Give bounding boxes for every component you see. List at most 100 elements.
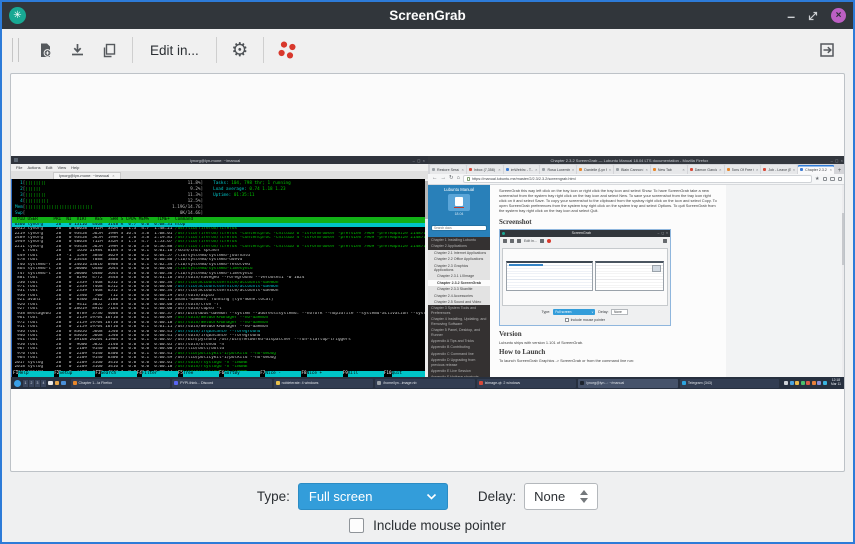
manual-sidebar: Lubuntu Manual 18.04 Chapter 1 Installin… [428,185,490,377]
forward-icon: → [441,176,447,182]
toc-item: Chapter 2.3 Graphics Applications [428,263,490,274]
version-text: Lubuntu ships with version 1.101 of Scre… [499,341,717,346]
htop-summary: Tasks: 104, 798 thr; 1 runningLoad avera… [213,181,291,216]
library-icon [823,177,828,182]
mini-new-icon [503,239,507,243]
edit-in-button[interactable]: Edit in... [140,43,209,58]
tab-close-icon: × [756,167,758,172]
tray-icon [817,381,821,385]
manual-search-input [431,225,487,231]
preview-scroll-area[interactable]: lynorg@lyn-mone: ~/manual – ◻ × FileActi… [10,73,845,472]
tab-favicon [579,168,582,171]
desktop-number: 2 [29,380,34,387]
taskbar-task: lximage-qt: 2 windows [477,379,577,388]
mini-copy-icon [517,239,521,243]
window-title: ScreenGrab [2,8,853,23]
htop-output: 1[||||||||11.8%] 2[||||||9.2%] 3[|||||||… [11,179,428,377]
tray-icon [795,381,799,385]
tab-close-icon: × [112,173,114,178]
terminal-window-buttons: – ◻ × [413,158,425,163]
chevron-down-icon [426,493,437,500]
url-bar: https://manual.lubuntu.me/master/2/2.3/2… [463,175,812,183]
manual-toc: Chapter 1 Installing LubuntuChapter 2 Ap… [428,237,490,377]
tab-favicon [616,168,619,171]
tray-icon [790,381,794,385]
browser-tab: Inbox (7,358) - × [467,165,503,174]
lubuntu-menu-icon [14,380,21,387]
toc-item: Chapter 4 Installing, Updating, and Remo… [428,316,490,327]
mini-save-icon [510,239,514,243]
tab-close-icon: × [830,167,832,172]
browser-tab: Damon Garcia × [688,165,724,174]
browser-tab: Chapter 2.3.2 S... × [798,165,834,174]
maximize-icon [807,10,819,22]
browser-tab: Blain Cannon F... × [614,165,650,174]
tab-close-icon: × [682,167,684,172]
copy-button[interactable] [93,34,125,66]
type-combobox[interactable]: Full screen [298,483,448,510]
red-pinwheel-icon [277,40,297,60]
browser-tab: Tons Of Free Co... × [725,165,761,174]
mini-browser-window [595,261,664,291]
type-label: Type: [257,489,290,504]
padlock-icon [467,177,470,181]
screenshot-heading: Screenshot [499,218,717,226]
launcher-icon [48,381,53,386]
tab-favicon [432,168,435,171]
taskbar-task: lynorg@lyn...: ~/manual [578,379,678,388]
minimize-button[interactable]: – [787,11,795,21]
tab-close-icon: × [646,167,648,172]
browser-tab: Rosa Luxembu... × [540,165,576,174]
taskbar-task: Chapter 1...la Firefox [71,379,171,388]
tab-close-icon: × [572,167,574,172]
settings-button[interactable]: ⚙ [224,34,256,66]
preview-terminal-window: lynorg@lyn-mone: ~/manual – ◻ × FileActi… [11,156,428,377]
sidebar-icon [830,177,835,182]
exit-icon [818,41,836,59]
tray-icon [784,381,788,385]
browser-tab: Job - Leave (En... × [761,165,797,174]
gear-icon: ⚙ [231,41,248,60]
save-button[interactable] [61,34,93,66]
version-heading: Version [499,330,717,338]
tab-close-icon: × [461,167,463,172]
browser-tab: Danielle (Lyn P... × [577,165,613,174]
tab-favicon [469,168,472,171]
terminal-menu-item: File [16,165,22,170]
home-icon: ⌂ [457,176,460,182]
delay-spinbox[interactable]: None [524,483,598,510]
terminal-menu-item: Actions [27,165,40,170]
new-screenshot-button[interactable] [29,34,61,66]
preview-taskbar: 1234 Chapter 1...la Firefox PYPI-think..… [11,377,844,389]
mini-app-icon [502,232,505,235]
task-icon [682,381,686,385]
taskbar-task: Telegram (343) [680,379,780,388]
bookmark-star-icon: ★ [815,176,819,182]
toc-item: Appendix D Upgrading from previous relea… [428,357,490,368]
toolbar-separator [216,37,217,63]
htop-meters: 1[||||||||11.8%] 2[||||||9.2%] 3[|||||||… [15,181,203,216]
titlebar: ✳ ScreenGrab – × [2,2,853,29]
system-tray [784,381,827,385]
upload-service-button[interactable] [271,34,303,66]
close-button[interactable]: × [831,8,846,23]
manual-brand: Lubuntu Manual [431,187,487,192]
toolbar-drag-handle[interactable] [12,38,19,62]
quit-button[interactable] [811,34,843,66]
spin-down-icon[interactable] [580,498,588,503]
toc-item: Chapter 5 Panel, Desktop, and Runner [428,327,490,338]
page-scrollbar [842,185,845,377]
htop-process-table: 6360 lynorg 20 0 13116 4468 3148 R 0.7 0… [12,223,425,377]
include-mouse-pointer-label: Include mouse pointer [373,518,506,533]
desktop-pager: 1234 [23,380,46,387]
taskbar-task: PYPI-think... Discord [172,379,272,388]
mini-red-icon [547,239,551,243]
manual-paragraph: ScreenGrab this way left click on the tr… [499,189,717,214]
maximize-button[interactable] [807,10,819,22]
preview-firefox-window: Chapter 2.3.2 ScreenGrab — Lubuntu Manua… [428,156,845,377]
include-mouse-pointer-checkbox[interactable] [349,518,364,533]
reload-icon: ↻ [449,176,454,182]
mini-gear-icon [540,239,544,243]
task-icon [479,381,483,385]
spin-up-icon[interactable] [580,490,588,495]
